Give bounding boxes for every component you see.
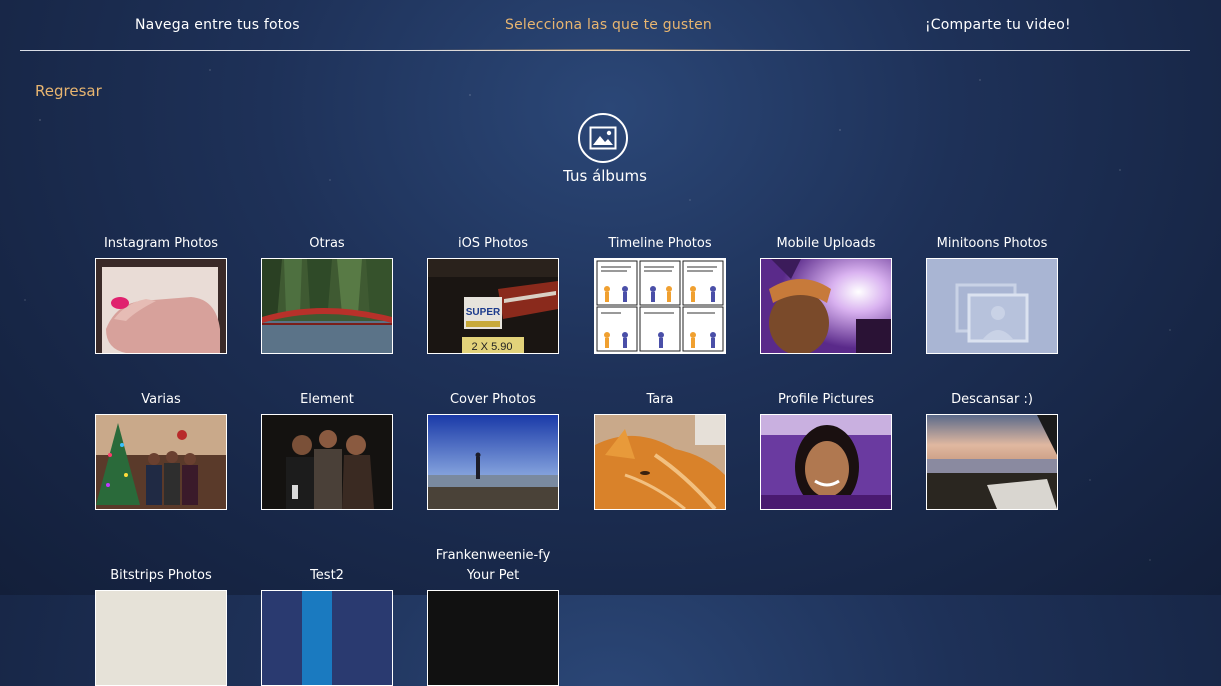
album-name: Otras xyxy=(309,236,345,251)
back-link[interactable]: Regresar xyxy=(35,82,102,100)
svg-text:SUPER: SUPER xyxy=(466,307,501,318)
album-thumbnail[interactable] xyxy=(261,414,393,510)
album-bitstrips-photos[interactable]: Bitstrips Photos xyxy=(78,566,244,686)
active-step-indicator xyxy=(410,49,800,51)
album-frankenweenie-fy-your-pet[interactable]: Frankenweenie-fy Your Pet xyxy=(410,546,576,686)
image-icon xyxy=(578,113,628,163)
christmas-group-photo xyxy=(96,415,226,509)
album-cover-photos[interactable]: Cover Photos xyxy=(410,390,576,510)
albums-title: Tus álbums xyxy=(563,167,647,185)
lake-sky-photo xyxy=(428,415,558,509)
album-ios-photos[interactable]: iOS Photos SUPER 2 X 5.90 xyxy=(410,234,576,354)
album-descansar[interactable]: Descansar :) xyxy=(909,390,1075,510)
album-thumbnail[interactable] xyxy=(760,258,892,354)
album-thumbnail[interactable] xyxy=(95,414,227,510)
album-minitoons-photos[interactable]: Minitoons Photos xyxy=(909,234,1075,354)
album-thumbnail[interactable] xyxy=(95,590,227,686)
album-name: Timeline Photos xyxy=(608,236,712,251)
placeholder-album xyxy=(927,259,1057,353)
album-name: Minitoons Photos xyxy=(936,236,1048,251)
album-thumbnail[interactable] xyxy=(427,414,559,510)
svg-text:2 X 5.90: 2 X 5.90 xyxy=(472,341,513,353)
album-tara[interactable]: Tara xyxy=(577,390,743,510)
concert-selfie-photo xyxy=(761,259,891,353)
album-otras[interactable]: Otras xyxy=(244,234,410,354)
album-profile-pictures[interactable]: Profile Pictures xyxy=(743,390,909,510)
hand-photo xyxy=(96,259,226,353)
album-thumbnail[interactable] xyxy=(926,258,1058,354)
album-name: iOS Photos xyxy=(457,236,529,251)
album-name: Instagram Photos xyxy=(103,236,219,251)
step-share-video[interactable]: ¡Comparte tu video! xyxy=(925,17,1071,33)
album-thumbnail[interactable] xyxy=(427,590,559,686)
album-varias[interactable]: Varias xyxy=(78,390,244,510)
comic-strip xyxy=(595,259,725,353)
album-thumbnail[interactable] xyxy=(926,414,1058,510)
bitstrips-photo xyxy=(96,591,226,685)
frankenweenie-photo xyxy=(428,591,558,685)
album-test2[interactable]: Test2 xyxy=(244,566,410,686)
album-thumbnail[interactable] xyxy=(594,414,726,510)
album-name: Frankenweenie-fy Your Pet xyxy=(435,548,551,583)
album-name: Cover Photos xyxy=(449,392,537,407)
step-browse-photos[interactable]: Navega entre tus fotos xyxy=(135,17,300,33)
album-thumbnail[interactable] xyxy=(261,258,393,354)
album-name: Profile Pictures xyxy=(777,392,875,407)
album-name: Element xyxy=(300,392,354,407)
red-bridge-photo xyxy=(262,259,392,353)
album-thumbnail[interactable] xyxy=(594,258,726,354)
album-thumbnail[interactable] xyxy=(95,258,227,354)
album-name: Bitstrips Photos xyxy=(110,568,212,583)
album-instagram-photos[interactable]: Instagram Photos xyxy=(78,234,244,354)
album-element[interactable]: Element xyxy=(244,390,410,510)
portrait-photo xyxy=(761,415,891,509)
album-name: Test2 xyxy=(310,568,344,583)
album-thumbnail[interactable] xyxy=(760,414,892,510)
test-photo xyxy=(262,591,392,685)
beach-sunset-photo xyxy=(927,415,1057,509)
album-thumbnail[interactable] xyxy=(261,590,393,686)
album-name: Descansar :) xyxy=(951,392,1033,407)
orange-cat-photo xyxy=(595,415,725,509)
super-sign-photo: SUPER 2 X 5.90 xyxy=(428,259,558,353)
album-timeline-photos[interactable]: Timeline Photos xyxy=(577,234,743,354)
step-select-photos[interactable]: Selecciona las que te gusten xyxy=(505,17,712,33)
album-mobile-uploads[interactable]: Mobile Uploads xyxy=(743,234,909,354)
album-name: Varias xyxy=(141,392,181,407)
friends-group-photo xyxy=(262,415,392,509)
album-name: Tara xyxy=(646,392,674,407)
album-thumbnail[interactable]: SUPER 2 X 5.90 xyxy=(427,258,559,354)
album-name: Mobile Uploads xyxy=(776,236,876,251)
steps-nav: Navega entre tus fotos Selecciona las qu… xyxy=(20,0,1190,51)
